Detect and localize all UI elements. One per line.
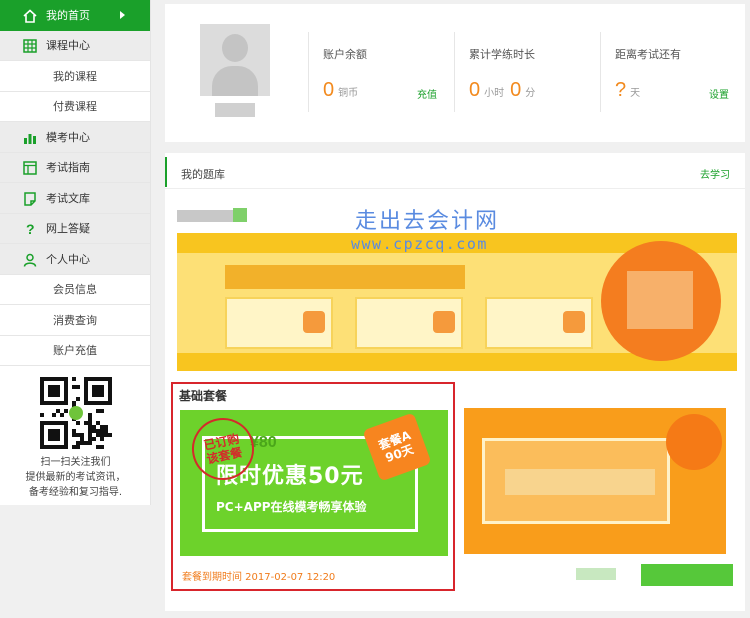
watermark-title: 走出去会计网	[355, 209, 500, 234]
sidebar-item-label: 网上答疑	[46, 222, 90, 236]
account-summary-card: 账户余额 0 铜币 充值 累计学练时长 0 小时 0 分 距离考试还有 ? 天 …	[165, 4, 745, 142]
banner-circle	[601, 241, 721, 361]
sidebar-item-exam-library[interactable]: 考试文库	[0, 183, 150, 214]
package-label-blurred	[576, 568, 616, 580]
package-banner-blurred[interactable]	[464, 408, 726, 554]
package-banner[interactable]: ¥80 限时优惠50元 PC+APP在线模考畅享体验 已订购 该套餐 套餐A 9…	[180, 410, 448, 556]
go-study-link[interactable]: 去学习	[700, 166, 730, 181]
question-bank-card: 我的题库 去学习 走出去会计网 www.cpzcq.com 基础套餐 ¥80 限…	[165, 153, 745, 611]
username-placeholder	[215, 103, 255, 117]
banner-block	[485, 297, 593, 349]
banner-title-blurred	[225, 265, 465, 289]
sidebar-item-label: 考试指南	[46, 161, 90, 175]
layout-icon	[22, 161, 37, 176]
sidebar-item-paid-courses[interactable]: 付费课程	[0, 91, 150, 122]
chevron-right-icon	[120, 11, 125, 19]
study-minutes-unit: 分	[525, 88, 536, 99]
promo-sub-text: PC+APP在线模考畅享体验	[216, 500, 367, 514]
sidebar-item-personal-center[interactable]: 个人中心	[0, 244, 150, 275]
user-icon	[22, 252, 37, 267]
package-buy-button-blurred[interactable]	[641, 564, 733, 586]
svg-text:?: ?	[26, 222, 35, 236]
sidebar-item-course-center[interactable]: 课程中心	[0, 30, 150, 61]
exam-countdown-value: ?	[615, 79, 627, 101]
sidebar-item-exam-guide[interactable]: 考试指南	[0, 152, 150, 183]
sidebar: 我的首页 课程中心 我的课程 付费课程 模考中心 考试指南 考试文库 ? 网上答…	[0, 0, 151, 505]
settings-link[interactable]: 设置	[709, 86, 729, 101]
sidebar-item-label: 我的首页	[46, 8, 90, 22]
package-inner-blurred	[482, 438, 670, 524]
balance-title: 账户余额	[323, 48, 367, 61]
sidebar-item-consumption-query[interactable]: 消费查询	[0, 305, 150, 336]
study-time-stat: 累计学练时长 0 小时 0 分	[454, 32, 589, 112]
divider	[165, 188, 745, 189]
package-expire-time: 套餐到期时间 2017-02-07 12:20	[182, 572, 336, 583]
sidebar-item-label: 我的课程	[53, 69, 97, 83]
exam-countdown-stat: 距离考试还有 ? 天 设置	[600, 32, 735, 112]
balance-unit: 铜币	[338, 88, 359, 99]
package-corner-badge	[666, 414, 722, 470]
package-title: 基础套餐	[179, 389, 228, 403]
study-time-title: 累计学练时长	[469, 48, 535, 61]
balance-value-row: 0 铜币	[323, 79, 364, 102]
qr-caption: 扫一扫关注我们 提供最新的考试资讯， 备考经验和复习指导.	[0, 455, 151, 500]
watermark-url: www.cpzcq.com	[351, 235, 488, 253]
qr-caption-line: 扫一扫关注我们	[40, 457, 111, 468]
course-label-blurred	[177, 208, 247, 222]
sidebar-item-label: 付费课程	[53, 100, 97, 114]
home-icon	[22, 8, 37, 23]
balance-value: 0	[323, 79, 335, 101]
question-bank-title: 我的题库	[181, 168, 225, 181]
sidebar-item-label: 考试文库	[46, 191, 90, 205]
sidebar-item-mock-center[interactable]: 模考中心	[0, 122, 150, 153]
sidebar-item-home[interactable]: 我的首页	[0, 0, 150, 31]
sidebar-item-label: 消费查询	[53, 313, 97, 327]
bar-chart-icon	[22, 130, 37, 145]
grid-icon	[22, 39, 37, 54]
exam-countdown-title: 距离考试还有	[615, 48, 681, 61]
qr-code-icon	[40, 377, 112, 449]
sidebar-item-label: 账户充值	[53, 344, 97, 358]
sidebar-item-online-qa[interactable]: ? 网上答疑	[0, 213, 150, 244]
sidebar-item-label: 模考中心	[46, 130, 90, 144]
balance-stat: 账户余额 0 铜币 充值	[308, 32, 443, 112]
question-icon: ?	[22, 222, 37, 237]
recharge-link[interactable]: 充值	[417, 86, 437, 101]
document-icon	[22, 191, 37, 206]
sidebar-item-account-recharge[interactable]: 账户充值	[0, 335, 150, 366]
basic-package-selected[interactable]: 基础套餐 ¥80 限时优惠50元 PC+APP在线模考畅享体验 已订购 该套餐 …	[171, 382, 455, 591]
exam-countdown-value-row: ? 天	[615, 79, 646, 102]
sidebar-item-label: 个人中心	[46, 252, 90, 266]
question-bank-header: 我的题库 去学习	[165, 157, 745, 187]
study-hours-unit: 小时	[484, 88, 505, 99]
avatar[interactable]	[200, 24, 270, 96]
exam-countdown-unit: 天	[630, 88, 641, 99]
study-hours-value: 0	[469, 79, 481, 101]
qr-caption-line: 提供最新的考试资讯，	[25, 472, 126, 483]
study-time-value-row: 0 小时 0 分	[469, 79, 541, 102]
sidebar-item-my-courses[interactable]: 我的课程	[0, 61, 150, 92]
banner-block	[355, 297, 463, 349]
sidebar-item-label: 会员信息	[53, 283, 97, 297]
sidebar-item-member-info[interactable]: 会员信息	[0, 274, 150, 305]
sidebar-item-label: 课程中心	[46, 39, 90, 53]
course-banner-blurred[interactable]	[177, 233, 737, 371]
qr-caption-line: 备考经验和复习指导.	[28, 487, 123, 498]
banner-block	[225, 297, 333, 349]
study-minutes-value: 0	[510, 79, 522, 101]
